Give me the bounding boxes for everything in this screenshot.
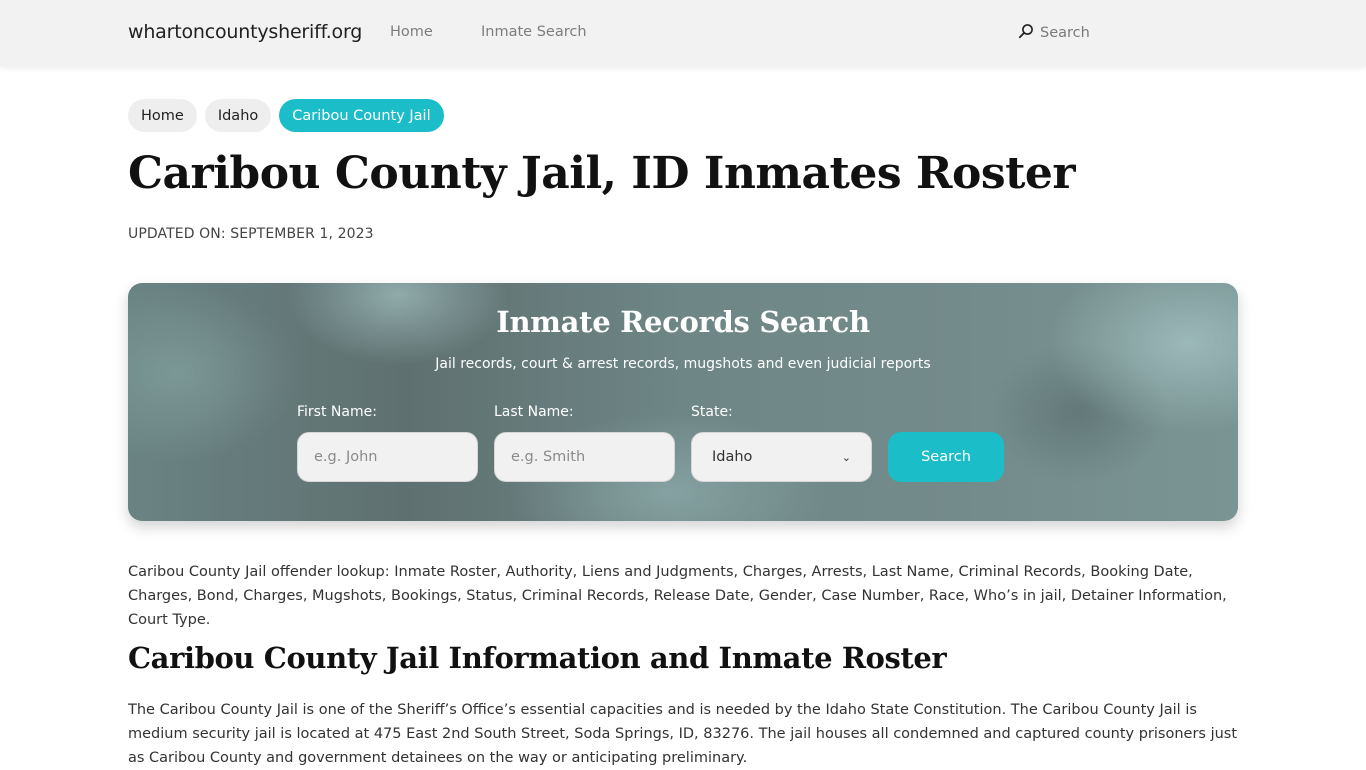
intro-paragraph: Caribou County Jail offender lookup: Inm… [128, 564, 1227, 628]
last-name-label: Last Name: [494, 404, 574, 420]
site-brand-link[interactable]: whartoncountysheriff.org [128, 21, 362, 43]
last-name-input[interactable] [494, 432, 675, 482]
breadcrumb-idaho[interactable]: Idaho [204, 99, 272, 132]
search-panel-title: Inmate Records Search [496, 305, 870, 339]
state-label: State: [691, 404, 733, 420]
header-search-button[interactable]: Search [1018, 23, 1090, 43]
breadcrumb-home[interactable]: Home [128, 99, 197, 132]
state-selected-value: Idaho [712, 449, 753, 465]
first-name-label: First Name: [297, 404, 377, 420]
search-panel-subtitle: Jail records, court & arrest records, mu… [435, 356, 931, 372]
nav-inmate-search-link[interactable]: Inmate Search [481, 24, 587, 40]
top-navbar: whartoncountysheriff.org Home Inmate Sea… [0, 0, 1366, 66]
page-title: Caribou County Jail, ID Inmates Roster [128, 148, 1076, 199]
updated-date: UPDATED ON: SEPTEMBER 1, 2023 [128, 226, 374, 242]
inmate-search-panel: Inmate Records Search Jail records, cour… [128, 283, 1238, 521]
chevron-down-icon: ⌄ [841, 450, 851, 464]
state-select[interactable]: Idaho ⌄ [691, 432, 872, 482]
breadcrumb-current[interactable]: Caribou County Jail [279, 99, 444, 132]
first-name-input[interactable] [297, 432, 478, 482]
search-icon [1018, 23, 1034, 43]
nav-home-link[interactable]: Home [390, 24, 433, 40]
header-search-label: Search [1040, 25, 1090, 41]
search-submit-button[interactable]: Search [888, 432, 1004, 482]
breadcrumb: Home Idaho Caribou County Jail [128, 99, 444, 132]
section-paragraph: The Caribou County Jail is one of the Sh… [128, 702, 1238, 766]
section-heading: Caribou County Jail Information and Inma… [128, 641, 947, 675]
